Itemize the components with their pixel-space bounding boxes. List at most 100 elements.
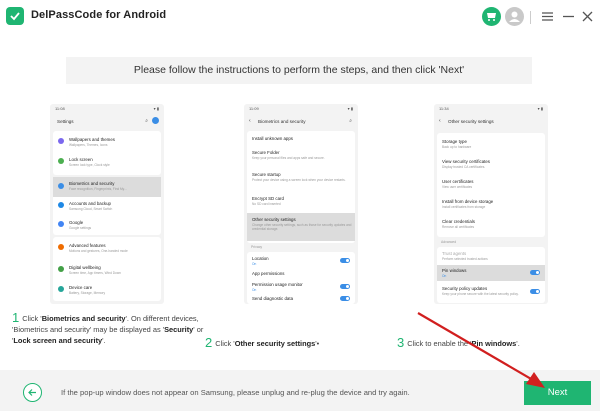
item-label: Advanced features	[69, 243, 106, 248]
item-label: Lock screen	[69, 157, 93, 162]
item-sub: Battery, Storage, Memory	[69, 291, 106, 295]
item-sub: On	[442, 274, 447, 278]
step-2-number: 2	[205, 335, 213, 350]
list-item: Secure Folder Keep your personal files a…	[247, 147, 355, 167]
item-sub: Screen time, App timers, Wind Down	[69, 271, 121, 275]
group-label: Advanced	[441, 240, 457, 244]
step-text: Click '	[215, 339, 235, 348]
phone-header: Settings ⌕	[50, 113, 164, 131]
group-label: Privacy	[251, 245, 263, 249]
list-item: Install from device storage Install cert…	[437, 196, 545, 214]
list-item: Trust agents Perform selected trusted ac…	[437, 249, 545, 263]
item-sub: Remove all certificates	[442, 225, 475, 229]
item-label: Security policy updates	[442, 286, 488, 291]
step-bold: Pin windows	[471, 339, 517, 348]
google-icon	[58, 221, 64, 227]
item-label: Accounts and backup	[69, 201, 111, 206]
phone-title: Settings	[57, 119, 74, 124]
back-button[interactable]	[23, 383, 42, 402]
next-button[interactable]: Next	[524, 381, 591, 405]
shield-icon	[58, 183, 64, 189]
list-item: Install unknown apps	[247, 133, 355, 145]
step-3-text: 3 Click to enable the 'Pin windows'.	[397, 336, 520, 349]
status-icons: ▾ ▮	[537, 106, 543, 111]
back-arrow-icon: ‹	[249, 118, 251, 124]
phone-title: Other security settings	[448, 119, 494, 124]
app-title: DelPassCode for Android	[31, 9, 167, 21]
phone-screenshot-biometrics: 11:09 ▾ ▮ ‹ Biometrics and security ⌕ In…	[244, 104, 358, 304]
item-sub: Google settings	[69, 226, 92, 230]
item-sub: Change other security settings, such as …	[252, 223, 352, 231]
item-sub: Install certificates from storage	[442, 205, 486, 209]
phone-header: ‹ Other security settings	[434, 113, 548, 131]
user-icon[interactable]	[505, 7, 524, 26]
diagnostic-toggle	[340, 296, 350, 301]
settings-card: Biometrics and security Face recognition…	[53, 177, 161, 235]
instruction-text: Please follow the instructions to perfor…	[133, 64, 465, 76]
list-item: Advanced features Motions and gestures, …	[53, 239, 161, 259]
step-text: '•	[315, 339, 320, 348]
app-logo-icon	[6, 7, 24, 25]
phone-header: ‹ Biometrics and security ⌕	[244, 113, 358, 131]
wellbeing-icon	[58, 266, 64, 272]
step-bold: Security	[164, 325, 194, 334]
title-bar: DelPassCode for Android	[0, 0, 600, 34]
avatar	[152, 117, 159, 124]
step-1-number: 1	[12, 310, 20, 325]
close-icon[interactable]	[578, 7, 597, 26]
settings-card: Location On App permissions Permission u…	[247, 252, 355, 304]
status-icons: ▾ ▮	[153, 106, 159, 111]
step-text: Click '	[22, 314, 42, 323]
list-item: App permissions	[247, 269, 355, 279]
item-label: Other security settings	[252, 217, 296, 222]
list-item: Storage type Back up to hardware	[437, 136, 545, 154]
item-sub: Screen lock type, Clock style	[69, 163, 110, 167]
list-item: Device care Battery, Storage, Memory	[53, 281, 161, 301]
item-label: Location	[252, 256, 269, 261]
item-label: Wallpapers and themes	[69, 137, 115, 142]
step-text: '.	[102, 336, 106, 345]
menu-icon[interactable]	[538, 7, 557, 26]
location-toggle	[340, 258, 350, 263]
list-item: Secure startup Protect your device using…	[247, 169, 355, 191]
item-sub: Back up to hardware	[442, 145, 472, 149]
status-icons: ▾ ▮	[347, 106, 353, 111]
step-bold: Biometrics and security	[41, 314, 126, 323]
sync-icon	[58, 202, 64, 208]
item-label: Device care	[69, 285, 93, 290]
status-time: 11:08	[55, 106, 65, 111]
list-item: Google Google settings	[53, 216, 161, 235]
item-label: User certificates	[442, 179, 474, 184]
step-bold: Other security settings	[234, 339, 316, 348]
item-sub: Face recognition, Fingerprints, Find My.…	[69, 187, 127, 191]
permission-toggle	[340, 284, 350, 289]
list-item: Send diagnostic data	[247, 294, 355, 304]
search-icon: ⌕	[349, 118, 352, 124]
item-sub: Wallpapers, Themes, Icons	[69, 143, 108, 147]
palette-icon	[58, 138, 64, 144]
status-time: 11:34	[439, 106, 449, 111]
item-label: Secure Folder	[252, 150, 280, 155]
cart-icon[interactable]	[482, 7, 501, 26]
item-label: Pin windows	[442, 268, 467, 273]
arrow-left-icon	[28, 389, 36, 396]
list-item-highlighted: Pin windows On	[437, 265, 545, 281]
status-time: 11:09	[249, 106, 259, 111]
item-label: Digital wellbeing	[69, 265, 101, 270]
minimize-icon[interactable]	[559, 7, 578, 26]
item-label: Encrypt SD card	[252, 196, 284, 201]
item-label: Storage type	[442, 139, 467, 144]
settings-card: Storage type Back up to hardware View se…	[437, 133, 545, 237]
list-item: Encrypt SD card No SD card inserted	[247, 193, 355, 211]
step-2-text: 2 Click 'Other security settings'•	[205, 335, 320, 350]
item-sub: Keep your phone secure with the latest s…	[442, 292, 519, 296]
settings-card: Trust agents Perform selected trusted ac…	[437, 247, 545, 303]
step-bold: Lock screen and security	[13, 336, 103, 345]
settings-card: Wallpapers and themes Wallpapers, Themes…	[53, 131, 161, 175]
item-sub: Display trusted CA certificates.	[442, 165, 486, 169]
item-sub: View user certificates	[442, 185, 473, 189]
step-1-text: 1 Click 'Biometrics and security'. On dif…	[12, 310, 208, 346]
list-item: User certificates View user certificates	[437, 176, 545, 194]
step-text: '.	[516, 339, 520, 348]
security-policy-toggle	[530, 289, 540, 294]
